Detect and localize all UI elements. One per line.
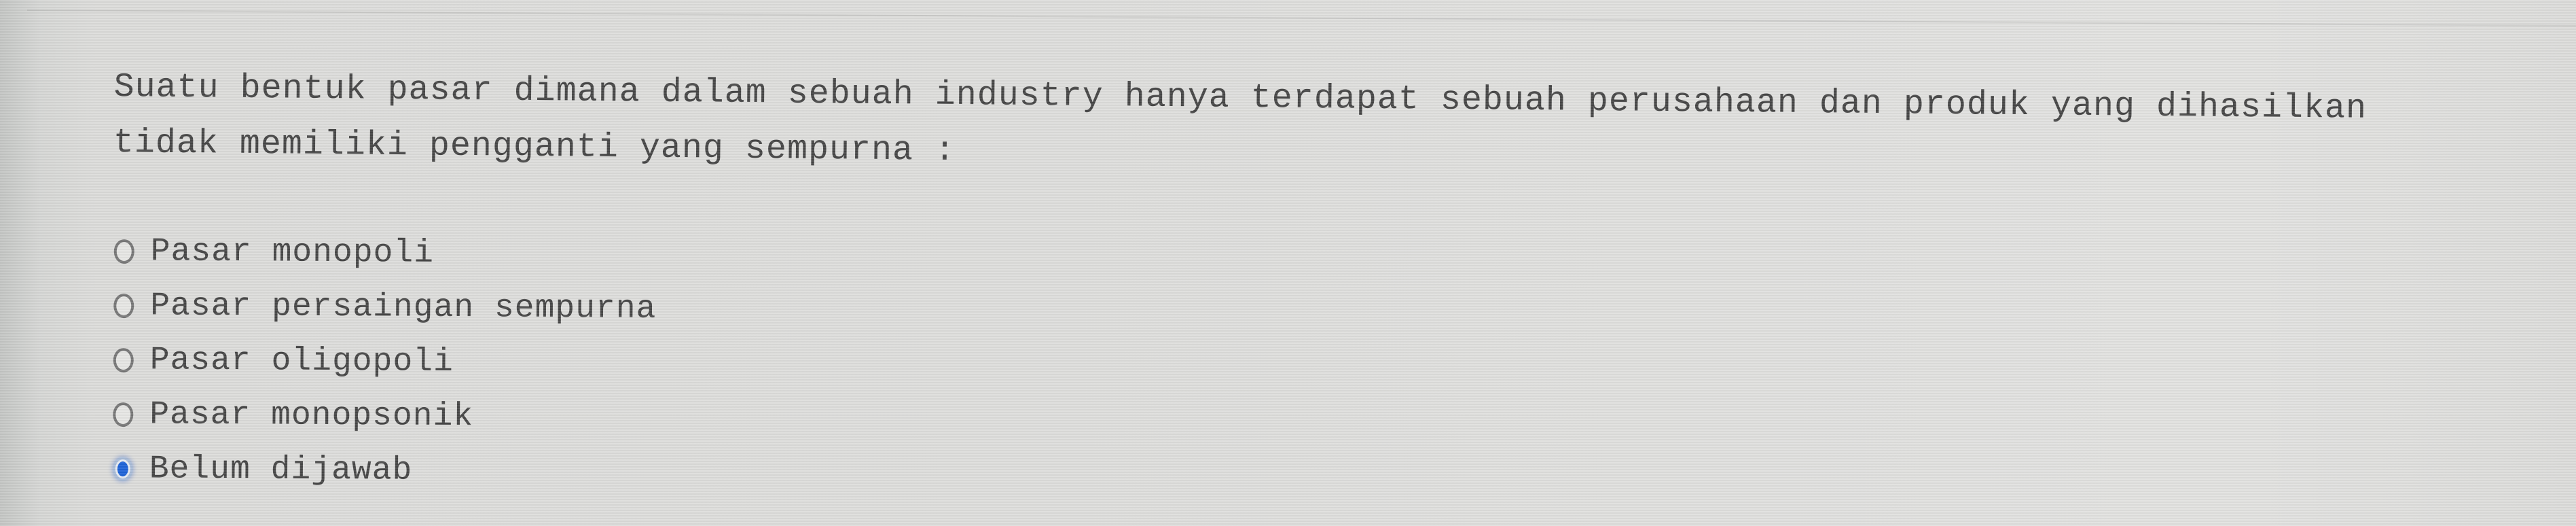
question-line-2: tidak memiliki pengganti yang sempurna : [113, 123, 956, 171]
quiz-question-card: Suatu bentuk pasar dimana dalam sebuah i… [0, 0, 2576, 526]
question-text: Suatu bentuk pasar dimana dalam sebuah i… [113, 60, 2558, 195]
divider [26, 10, 2576, 27]
radio-unchecked-icon[interactable] [113, 239, 134, 264]
option-pasar-monopoli[interactable]: Pasar monopoli [113, 224, 657, 282]
option-label: Pasar persaingan sempurna [150, 287, 657, 328]
question-line-1: Suatu bentuk pasar dimana dalam sebuah i… [113, 67, 2368, 128]
radio-unchecked-icon[interactable] [113, 293, 134, 319]
answer-options: Pasar monopoli Pasar persaingan sempurna… [112, 224, 657, 499]
option-pasar-persaingan-sempurna[interactable]: Pasar persaingan sempurna [113, 279, 657, 336]
radio-unchecked-icon[interactable] [113, 347, 134, 373]
radio-dot [117, 461, 128, 477]
radio-unchecked-icon[interactable] [113, 402, 134, 427]
option-belum-dijawab[interactable]: Belum dijawab [112, 442, 656, 499]
option-pasar-oligopoli[interactable]: Pasar oligopoli [113, 333, 657, 391]
option-label: Belum dijawab [149, 451, 413, 489]
radio-checked-icon[interactable] [112, 456, 133, 482]
option-label: Pasar oligopoli [149, 342, 454, 381]
option-label: Pasar monopoli [150, 233, 435, 272]
option-label: Pasar monopsonik [149, 396, 474, 436]
option-pasar-monopsonik[interactable]: Pasar monopsonik [113, 387, 656, 445]
